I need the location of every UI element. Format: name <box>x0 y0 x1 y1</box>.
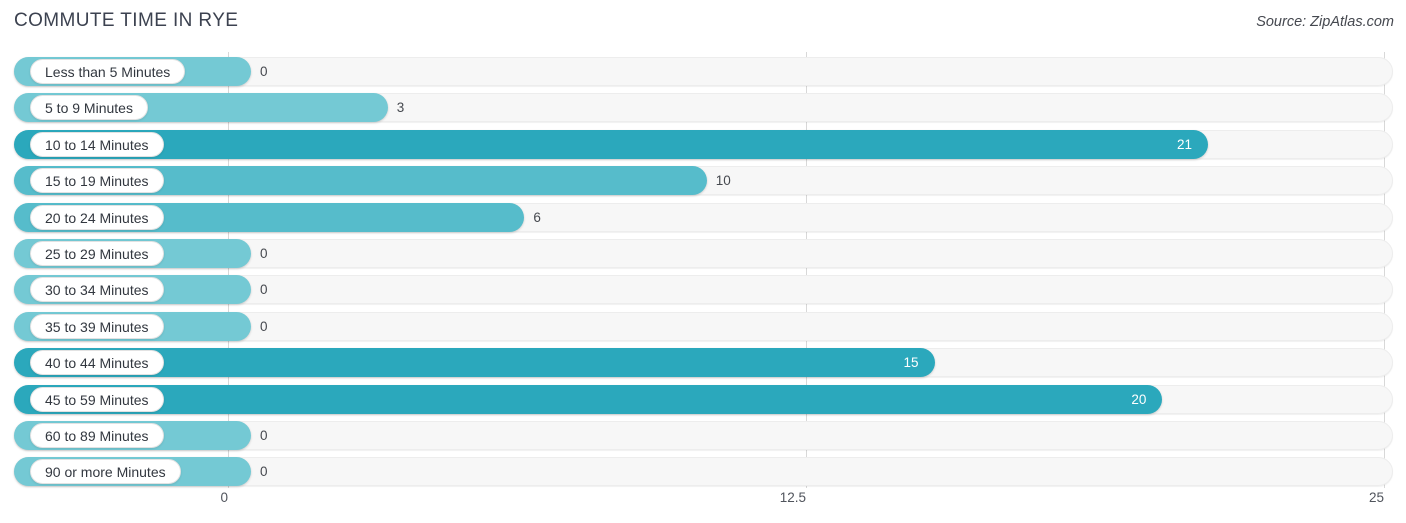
chart-page: COMMUTE TIME IN RYE Source: ZipAtlas.com… <box>0 0 1406 523</box>
category-label[interactable]: 35 to 39 Minutes <box>30 313 164 339</box>
page-title: COMMUTE TIME IN RYE <box>14 10 239 31</box>
bar-value-label: 10 <box>715 173 731 189</box>
bar-row[interactable]: 21 10 to 14 Minutes <box>0 129 1406 159</box>
bar-row[interactable]: 10 15 to 19 Minutes <box>0 166 1406 196</box>
bar-row[interactable]: 15 40 to 44 Minutes <box>0 348 1406 378</box>
category-label[interactable]: 15 to 19 Minutes <box>30 168 164 194</box>
bar-value-label: 0 <box>260 282 268 298</box>
bar-value-label: 6 <box>533 209 541 225</box>
category-label[interactable]: 60 to 89 Minutes <box>30 423 164 448</box>
category-label[interactable]: 5 to 9 Minutes <box>30 95 148 121</box>
bar-value-label: 0 <box>260 464 268 480</box>
bar-row[interactable]: 0 25 to 29 Minutes <box>0 239 1406 268</box>
plot-area: 0 Less than 5 Minutes 3 5 to 9 Minutes 21 10 … <box>0 52 1406 488</box>
axis-tick-label: 0 <box>220 490 228 505</box>
category-label[interactable]: Less than 5 Minutes <box>30 59 186 84</box>
category-label[interactable]: 25 to 29 Minutes <box>30 241 164 266</box>
bar-row[interactable]: 0 60 to 89 Minutes <box>0 421 1406 450</box>
bar-fill[interactable] <box>14 129 1208 159</box>
axis-tick-label: 25 <box>1368 490 1384 505</box>
bar-row[interactable]: 6 20 to 24 Minutes <box>0 202 1406 232</box>
bar-value-label: 0 <box>260 64 268 79</box>
bar-row[interactable]: 0 Less than 5 Minutes <box>0 57 1406 86</box>
bar-row[interactable]: 0 90 or more Minutes <box>0 457 1406 487</box>
category-label[interactable]: 30 to 34 Minutes <box>30 277 164 303</box>
source-attribution: Source: ZipAtlas.com <box>1256 14 1394 30</box>
bar-value-label: 0 <box>260 318 268 334</box>
bar-fill[interactable] <box>14 384 1163 414</box>
x-axis: 0 12.5 25 <box>0 488 1406 518</box>
category-label[interactable]: 20 to 24 Minutes <box>30 204 164 230</box>
bar-value-label: 21 <box>1176 136 1192 152</box>
bar-value-label: 3 <box>396 100 405 116</box>
bar-value-label: 0 <box>260 428 268 443</box>
bar-row[interactable]: 3 5 to 9 Minutes <box>0 93 1406 123</box>
bar-value-label: 15 <box>903 355 919 371</box>
bar-row[interactable]: 20 45 to 59 Minutes <box>0 384 1406 414</box>
category-label[interactable]: 40 to 44 Minutes <box>30 350 164 376</box>
bar-row[interactable]: 0 35 to 39 Minutes <box>0 311 1406 341</box>
category-label[interactable]: 10 to 14 Minutes <box>30 131 164 157</box>
bar-value-label: 20 <box>1131 391 1147 407</box>
bar-row[interactable]: 0 30 to 34 Minutes <box>0 275 1406 305</box>
category-label[interactable]: 45 to 59 Minutes <box>30 386 164 412</box>
category-label[interactable]: 90 or more Minutes <box>30 459 181 485</box>
bar-value-label: 0 <box>260 246 268 261</box>
axis-tick-label: 12.5 <box>779 490 806 505</box>
